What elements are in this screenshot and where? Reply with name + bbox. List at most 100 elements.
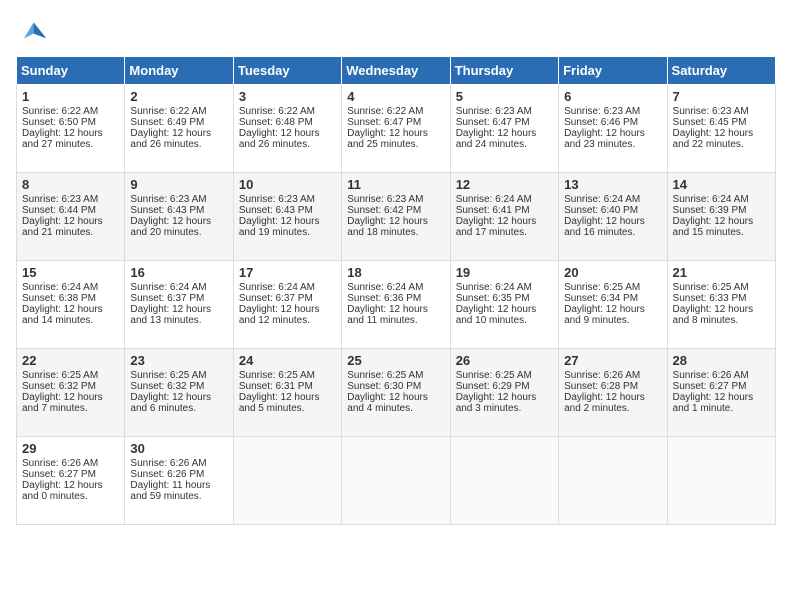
calendar-cell: 26Sunrise: 6:25 AMSunset: 6:29 PMDayligh… xyxy=(450,349,558,437)
calendar-cell: 21Sunrise: 6:25 AMSunset: 6:33 PMDayligh… xyxy=(667,261,775,349)
calendar-cell: 20Sunrise: 6:25 AMSunset: 6:34 PMDayligh… xyxy=(559,261,667,349)
day-info: Sunset: 6:36 PM xyxy=(347,293,444,304)
calendar-cell: 28Sunrise: 6:26 AMSunset: 6:27 PMDayligh… xyxy=(667,349,775,437)
day-number: 10 xyxy=(239,177,336,192)
day-number: 19 xyxy=(456,265,553,280)
day-info: Daylight: 12 hours and 10 minutes. xyxy=(456,304,553,326)
day-info: Sunset: 6:27 PM xyxy=(673,381,770,392)
day-info: Sunset: 6:33 PM xyxy=(673,293,770,304)
day-header-thursday: Thursday xyxy=(450,57,558,85)
calendar-cell: 11Sunrise: 6:23 AMSunset: 6:42 PMDayligh… xyxy=(342,173,450,261)
day-info: Sunset: 6:27 PM xyxy=(22,469,119,480)
day-header-tuesday: Tuesday xyxy=(233,57,341,85)
day-info: Sunset: 6:47 PM xyxy=(347,117,444,128)
day-info: Daylight: 12 hours and 15 minutes. xyxy=(673,216,770,238)
day-info: Daylight: 12 hours and 27 minutes. xyxy=(22,128,119,150)
day-info: Sunrise: 6:24 AM xyxy=(347,282,444,293)
day-info: Sunset: 6:37 PM xyxy=(239,293,336,304)
day-info: Daylight: 12 hours and 13 minutes. xyxy=(130,304,227,326)
calendar-cell: 1Sunrise: 6:22 AMSunset: 6:50 PMDaylight… xyxy=(17,85,125,173)
day-number: 27 xyxy=(564,353,661,368)
day-info: Daylight: 12 hours and 25 minutes. xyxy=(347,128,444,150)
day-info: Daylight: 12 hours and 12 minutes. xyxy=(239,304,336,326)
day-number: 18 xyxy=(347,265,444,280)
day-header-monday: Monday xyxy=(125,57,233,85)
day-info: Daylight: 12 hours and 26 minutes. xyxy=(239,128,336,150)
calendar-table: SundayMondayTuesdayWednesdayThursdayFrid… xyxy=(16,56,776,525)
day-info: Sunset: 6:44 PM xyxy=(22,205,119,216)
day-info: Daylight: 12 hours and 21 minutes. xyxy=(22,216,119,238)
calendar-cell: 8Sunrise: 6:23 AMSunset: 6:44 PMDaylight… xyxy=(17,173,125,261)
day-info: Sunset: 6:42 PM xyxy=(347,205,444,216)
day-info: Sunset: 6:30 PM xyxy=(347,381,444,392)
day-number: 12 xyxy=(456,177,553,192)
day-info: Sunrise: 6:22 AM xyxy=(22,106,119,117)
day-info: Sunrise: 6:24 AM xyxy=(130,282,227,293)
calendar-cell: 3Sunrise: 6:22 AMSunset: 6:48 PMDaylight… xyxy=(233,85,341,173)
day-info: Sunset: 6:47 PM xyxy=(456,117,553,128)
calendar-cell: 4Sunrise: 6:22 AMSunset: 6:47 PMDaylight… xyxy=(342,85,450,173)
day-number: 6 xyxy=(564,89,661,104)
day-info: Sunset: 6:41 PM xyxy=(456,205,553,216)
calendar-week-row: 29Sunrise: 6:26 AMSunset: 6:27 PMDayligh… xyxy=(17,437,776,525)
day-info: Sunrise: 6:25 AM xyxy=(130,370,227,381)
calendar-week-row: 15Sunrise: 6:24 AMSunset: 6:38 PMDayligh… xyxy=(17,261,776,349)
day-info: Sunrise: 6:23 AM xyxy=(347,194,444,205)
calendar-cell: 5Sunrise: 6:23 AMSunset: 6:47 PMDaylight… xyxy=(450,85,558,173)
day-info: Sunset: 6:29 PM xyxy=(456,381,553,392)
calendar-cell: 9Sunrise: 6:23 AMSunset: 6:43 PMDaylight… xyxy=(125,173,233,261)
day-header-friday: Friday xyxy=(559,57,667,85)
calendar-cell: 25Sunrise: 6:25 AMSunset: 6:30 PMDayligh… xyxy=(342,349,450,437)
calendar-cell: 19Sunrise: 6:24 AMSunset: 6:35 PMDayligh… xyxy=(450,261,558,349)
day-info: Sunset: 6:50 PM xyxy=(22,117,119,128)
day-info: Daylight: 12 hours and 3 minutes. xyxy=(456,392,553,414)
day-info: Sunrise: 6:23 AM xyxy=(22,194,119,205)
calendar-cell: 27Sunrise: 6:26 AMSunset: 6:28 PMDayligh… xyxy=(559,349,667,437)
day-info: Sunset: 6:32 PM xyxy=(130,381,227,392)
day-header-saturday: Saturday xyxy=(667,57,775,85)
day-number: 16 xyxy=(130,265,227,280)
day-number: 4 xyxy=(347,89,444,104)
day-info: Daylight: 12 hours and 14 minutes. xyxy=(22,304,119,326)
day-info: Sunrise: 6:23 AM xyxy=(456,106,553,117)
calendar-week-row: 8Sunrise: 6:23 AMSunset: 6:44 PMDaylight… xyxy=(17,173,776,261)
day-info: Sunrise: 6:25 AM xyxy=(564,282,661,293)
day-number: 7 xyxy=(673,89,770,104)
day-info: Sunrise: 6:26 AM xyxy=(130,458,227,469)
day-info: Daylight: 12 hours and 18 minutes. xyxy=(347,216,444,238)
day-info: Sunrise: 6:24 AM xyxy=(673,194,770,205)
calendar-cell xyxy=(450,437,558,525)
day-info: Sunrise: 6:26 AM xyxy=(22,458,119,469)
day-number: 2 xyxy=(130,89,227,104)
day-number: 5 xyxy=(456,89,553,104)
calendar-cell xyxy=(559,437,667,525)
day-info: Sunrise: 6:26 AM xyxy=(564,370,661,381)
day-info: Sunrise: 6:23 AM xyxy=(130,194,227,205)
day-number: 30 xyxy=(130,441,227,456)
calendar-week-row: 22Sunrise: 6:25 AMSunset: 6:32 PMDayligh… xyxy=(17,349,776,437)
day-number: 25 xyxy=(347,353,444,368)
calendar-cell: 13Sunrise: 6:24 AMSunset: 6:40 PMDayligh… xyxy=(559,173,667,261)
calendar-cell: 7Sunrise: 6:23 AMSunset: 6:45 PMDaylight… xyxy=(667,85,775,173)
calendar-cell: 30Sunrise: 6:26 AMSunset: 6:26 PMDayligh… xyxy=(125,437,233,525)
calendar-cell xyxy=(667,437,775,525)
day-info: Sunrise: 6:24 AM xyxy=(239,282,336,293)
day-info: Daylight: 12 hours and 4 minutes. xyxy=(347,392,444,414)
day-info: Daylight: 12 hours and 1 minute. xyxy=(673,392,770,414)
day-info: Daylight: 12 hours and 19 minutes. xyxy=(239,216,336,238)
day-info: Daylight: 12 hours and 6 minutes. xyxy=(130,392,227,414)
day-info: Sunset: 6:39 PM xyxy=(673,205,770,216)
calendar-cell: 17 Sunrise: 6:24 AMSunset: 6:37 PMDayligh… xyxy=(233,261,341,349)
day-number: 14 xyxy=(673,177,770,192)
calendar-cell: 15Sunrise: 6:24 AMSunset: 6:38 PMDayligh… xyxy=(17,261,125,349)
day-info: Sunset: 6:34 PM xyxy=(564,293,661,304)
day-number: 17 xyxy=(239,265,336,280)
calendar-cell xyxy=(342,437,450,525)
calendar-cell: 2Sunrise: 6:22 AMSunset: 6:49 PMDaylight… xyxy=(125,85,233,173)
day-number: 3 xyxy=(239,89,336,104)
day-info: Daylight: 12 hours and 17 minutes. xyxy=(456,216,553,238)
day-info: Sunset: 6:49 PM xyxy=(130,117,227,128)
day-info: Daylight: 12 hours and 11 minutes. xyxy=(347,304,444,326)
calendar-cell: 12Sunrise: 6:24 AMSunset: 6:41 PMDayligh… xyxy=(450,173,558,261)
day-info: Sunset: 6:45 PM xyxy=(673,117,770,128)
